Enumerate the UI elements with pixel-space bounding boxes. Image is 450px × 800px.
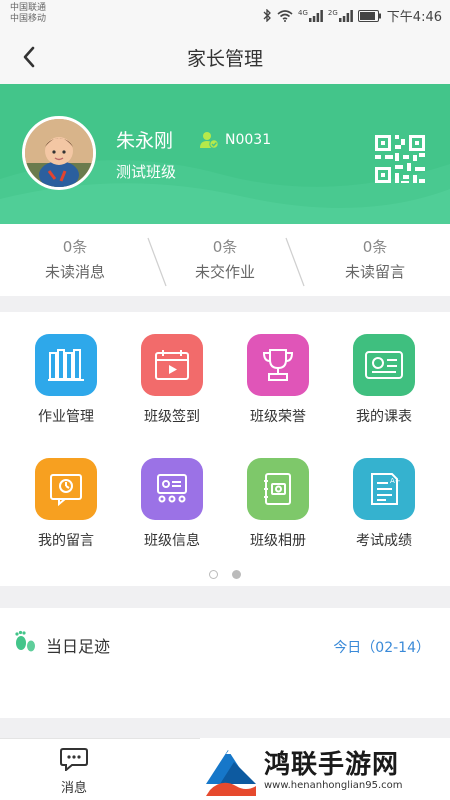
grid-item-class-album[interactable]: 班级相册 bbox=[222, 458, 334, 550]
footprints-icon bbox=[15, 630, 35, 652]
signal-1-icon bbox=[308, 9, 323, 22]
signal-1-label: 4G bbox=[298, 8, 308, 17]
page-dot-active[interactable] bbox=[232, 570, 241, 579]
grid-item-label: 我的课表 bbox=[356, 409, 412, 425]
stats-row: 0条 未读消息 0条 未交作业 0条 未读留言 bbox=[0, 224, 450, 296]
student-name: 朱永刚 bbox=[116, 130, 174, 152]
carrier-info: 中国联通 中国移动 bbox=[10, 3, 46, 25]
exam-sheet-icon: A+ bbox=[353, 458, 415, 520]
tab-label: 消息 bbox=[60, 781, 87, 796]
title-bar: 家长管理 bbox=[0, 30, 450, 84]
stat-unread-messages[interactable]: 0条 未读消息 bbox=[0, 236, 150, 282]
status-bar: 中国联通 中国移动 4G 2G 下午4:46 bbox=[0, 0, 450, 30]
grid-item-label: 班级信息 bbox=[144, 533, 200, 549]
page-indicator bbox=[0, 570, 450, 579]
grid-item-timetable[interactable]: 我的课表 bbox=[328, 334, 440, 426]
photo-album-icon bbox=[247, 458, 309, 520]
signal-2-icon bbox=[338, 9, 353, 22]
classroom-board-icon bbox=[141, 458, 203, 520]
calendar-icon bbox=[141, 334, 203, 396]
page-dot[interactable] bbox=[209, 570, 218, 579]
footprint-date[interactable]: 今日（02-14） bbox=[333, 637, 430, 657]
svg-text:A+: A+ bbox=[390, 477, 401, 485]
grid-item-label: 班级相册 bbox=[250, 533, 306, 549]
stat-unread-notes[interactable]: 0条 未读留言 bbox=[300, 236, 450, 282]
avatar[interactable] bbox=[22, 116, 96, 190]
grid-item-exam-scores[interactable]: A+ 考试成绩 bbox=[328, 458, 440, 550]
stat-count: 0条 bbox=[362, 238, 388, 256]
battery-icon bbox=[357, 9, 382, 22]
grid-item-label: 班级荣誉 bbox=[250, 409, 306, 425]
student-id: N0031 bbox=[225, 132, 272, 148]
stat-label: 未读消息 bbox=[44, 263, 105, 281]
stat-count: 0条 bbox=[212, 238, 238, 256]
stat-count: 0条 bbox=[62, 238, 88, 256]
trophy-icon bbox=[247, 334, 309, 396]
carrier-1: 中国联通 bbox=[10, 3, 47, 13]
grid-item-honors[interactable]: 班级荣誉 bbox=[222, 334, 334, 426]
qr-code-icon[interactable] bbox=[373, 133, 427, 185]
clock: 下午4:46 bbox=[386, 10, 442, 25]
grid-item-label: 班级签到 bbox=[144, 409, 200, 425]
grid-item-my-notes[interactable]: 我的留言 bbox=[10, 458, 122, 550]
grid-item-class-info[interactable]: 班级信息 bbox=[116, 458, 228, 550]
class-name: 测试班级 bbox=[116, 163, 177, 181]
page-title: 家长管理 bbox=[186, 48, 263, 70]
grid-item-homework[interactable]: 作业管理 bbox=[10, 334, 122, 426]
bluetooth-icon bbox=[263, 9, 272, 22]
profile-header: 朱永刚 N0031 测试班级 bbox=[0, 84, 450, 224]
tab-messages[interactable]: 消息 bbox=[44, 747, 104, 796]
signal-2-label: 2G bbox=[327, 8, 338, 17]
grid-item-label: 我的留言 bbox=[38, 533, 94, 549]
books-icon bbox=[35, 334, 97, 396]
footprint-title: 当日足迹 bbox=[46, 637, 111, 656]
verified-user-icon bbox=[200, 132, 219, 149]
grid-item-label: 考试成绩 bbox=[356, 533, 412, 549]
stat-label: 未交作业 bbox=[194, 263, 255, 281]
watermark: 鸿联手游网 www.henanhonglian95.com bbox=[200, 738, 450, 800]
chat-bubble-icon bbox=[60, 748, 88, 773]
status-icons: 4G 2G 下午4:46 bbox=[263, 6, 442, 25]
message-board-icon bbox=[35, 458, 97, 520]
watermark-url: www.henanhonglian95.com bbox=[264, 780, 403, 791]
stat-unsubmitted-homework[interactable]: 0条 未交作业 bbox=[150, 236, 300, 282]
schedule-card-icon bbox=[353, 334, 415, 396]
stat-label: 未读留言 bbox=[344, 263, 405, 281]
feature-grid: 作业管理 班级签到 班级荣誉 我的课表 我的留言 班级信息 班级相册 A+ 考试… bbox=[0, 312, 450, 586]
grid-item-checkin[interactable]: 班级签到 bbox=[116, 334, 228, 426]
wifi-icon bbox=[277, 9, 293, 22]
daily-footprint-section: 当日足迹 今日（02-14） bbox=[0, 608, 450, 718]
watermark-title: 鸿联手游网 bbox=[264, 750, 400, 780]
carrier-2: 中国移动 bbox=[10, 14, 47, 24]
grid-item-label: 作业管理 bbox=[38, 409, 94, 425]
watermark-logo-icon bbox=[204, 742, 258, 796]
